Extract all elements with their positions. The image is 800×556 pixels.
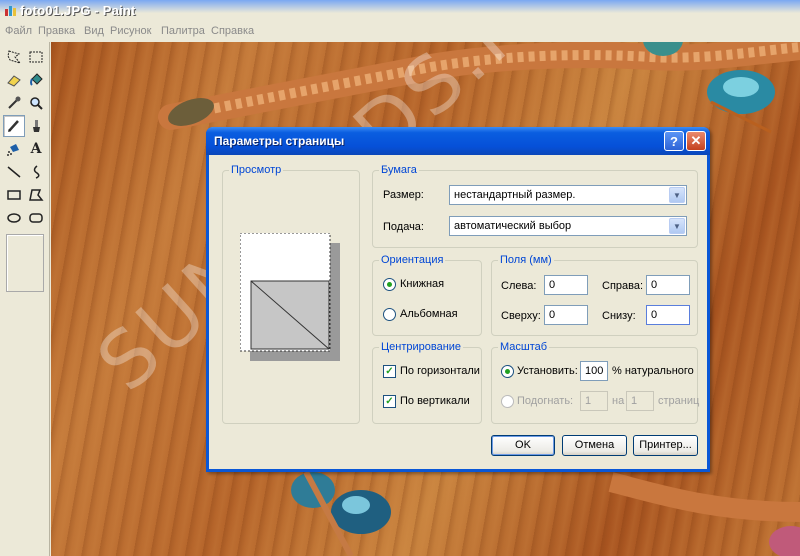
scale-fit-label[interactable]: Подогнать:: [517, 395, 573, 407]
fit-pages-tall-input[interactable]: 1: [626, 391, 654, 411]
menu-image[interactable]: Рисунок: [110, 25, 152, 37]
dialog-title: Параметры страницы: [214, 134, 345, 148]
chevron-down-icon[interactable]: ▼: [669, 187, 685, 203]
polygon-icon[interactable]: [25, 184, 47, 206]
magnifier-icon[interactable]: [25, 92, 47, 114]
scale-adjust-radio[interactable]: [501, 365, 514, 378]
paper-source-value: автоматический выбор: [454, 220, 572, 232]
center-horizontal-label[interactable]: По горизонтали: [400, 365, 480, 377]
paper-group-label: Бумага: [379, 164, 419, 176]
scale-percent-suffix: % натурального: [612, 365, 694, 377]
page-preview-image: [240, 233, 340, 361]
rectangle-icon[interactable]: [3, 184, 25, 206]
fit-by-label: на: [612, 395, 625, 407]
fill-bucket-icon[interactable]: [25, 69, 47, 91]
ok-button[interactable]: OK: [491, 435, 555, 456]
margin-bottom-label: Снизу:: [602, 310, 636, 322]
pencil-icon[interactable]: [3, 115, 25, 137]
margin-top-label: Сверху:: [501, 310, 541, 322]
chevron-down-icon[interactable]: ▼: [669, 218, 685, 234]
preview-group: Просмотр: [222, 164, 360, 424]
scale-group-label: Масштаб: [498, 341, 550, 353]
menu-help[interactable]: Справка: [211, 25, 254, 37]
scale-adjust-label[interactable]: Установить:: [517, 365, 578, 377]
scale-group: Масштаб Установить: 100 % натурального П…: [491, 341, 700, 424]
color-picker-icon[interactable]: [3, 92, 25, 114]
margin-right-input[interactable]: 0: [646, 275, 690, 295]
portrait-label[interactable]: Книжная: [400, 278, 444, 290]
center-vertical-label[interactable]: По вертикали: [400, 395, 470, 407]
menu-colors[interactable]: Палитра: [161, 25, 205, 37]
menu-view[interactable]: Вид: [84, 25, 104, 37]
line-icon[interactable]: [3, 161, 25, 183]
menu-file[interactable]: Файл: [5, 25, 32, 37]
paper-size-select[interactable]: нестандартный размер. ▼: [449, 185, 687, 205]
fit-pages-wide-input[interactable]: 1: [580, 391, 608, 411]
toolbox: A: [0, 42, 50, 556]
ellipse-icon[interactable]: [3, 207, 25, 229]
orientation-group: Ориентация Книжная Альбомная: [372, 254, 482, 336]
margin-left-input[interactable]: 0: [544, 275, 588, 295]
menu-bar: Файл Правка Вид Рисунок Палитра Справка: [0, 22, 800, 42]
centering-group: Центрирование ✓ По горизонтали ✓ По верт…: [372, 341, 482, 424]
paper-group: Бумага Размер: нестандартный размер. ▼ П…: [372, 164, 698, 248]
curve-icon[interactable]: [25, 161, 47, 183]
free-select-icon[interactable]: [3, 46, 25, 68]
eraser-icon[interactable]: [3, 69, 25, 91]
margin-right-label: Справа:: [602, 280, 644, 292]
margin-bottom-input[interactable]: 0: [646, 305, 690, 325]
rect-select-icon[interactable]: [25, 46, 47, 68]
size-label: Размер:: [383, 189, 424, 201]
help-button[interactable]: ?: [664, 131, 684, 151]
paper-size-value: нестандартный размер.: [454, 189, 576, 201]
preview-group-label: Просмотр: [229, 164, 284, 176]
close-button[interactable]: ✕: [686, 131, 706, 151]
portrait-radio[interactable]: [383, 278, 396, 291]
scale-percent-input[interactable]: 100: [580, 361, 608, 381]
landscape-radio[interactable]: [383, 308, 396, 321]
brush-icon[interactable]: [25, 115, 47, 137]
orientation-group-label: Ориентация: [379, 254, 446, 266]
margin-left-label: Слева:: [501, 280, 537, 292]
scale-fit-radio[interactable]: [501, 395, 514, 408]
tool-options-box[interactable]: [6, 234, 44, 292]
text-tool-icon[interactable]: A: [25, 138, 47, 160]
paint-app-icon: [5, 6, 16, 16]
menu-edit[interactable]: Правка: [38, 25, 75, 37]
margins-group-label: Поля (мм): [498, 254, 554, 266]
app-title-bar: foto01.JPG - Paint: [0, 0, 800, 22]
paper-source-select[interactable]: автоматический выбор ▼: [449, 216, 687, 236]
cancel-button[interactable]: Отмена: [562, 435, 627, 456]
page-setup-dialog: Параметры страницы ? ✕ Просмотр Бумага Р…: [206, 127, 710, 472]
dialog-title-bar[interactable]: Параметры страницы ? ✕: [206, 127, 710, 155]
margins-group: Поля (мм) Слева: 0 Справа: 0 Сверху: 0 С…: [491, 254, 698, 336]
center-vertical-checkbox[interactable]: ✓: [383, 395, 396, 408]
margin-top-input[interactable]: 0: [544, 305, 588, 325]
centering-group-label: Центрирование: [379, 341, 464, 353]
source-label: Подача:: [383, 221, 424, 233]
app-title: foto01.JPG - Paint: [20, 3, 136, 18]
landscape-label[interactable]: Альбомная: [400, 308, 458, 320]
rounded-rectangle-icon[interactable]: [25, 207, 47, 229]
fit-pages-suffix: страниц: [658, 395, 700, 407]
printer-button[interactable]: Принтер...: [633, 435, 698, 456]
center-horizontal-checkbox[interactable]: ✓: [383, 365, 396, 378]
airbrush-icon[interactable]: [3, 138, 25, 160]
